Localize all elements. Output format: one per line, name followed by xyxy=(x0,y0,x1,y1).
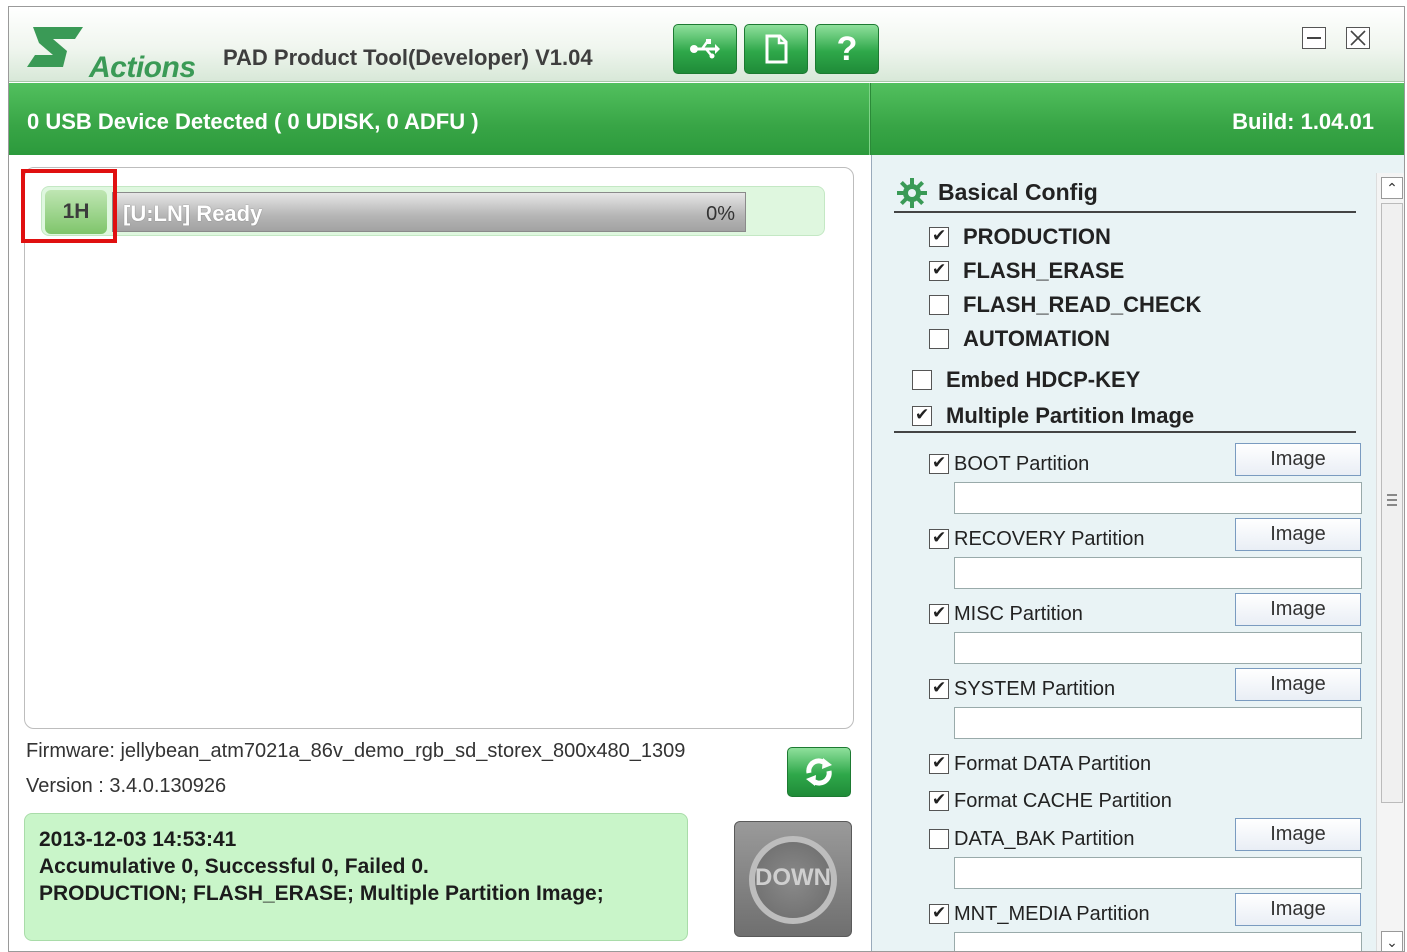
automation-checkbox[interactable] xyxy=(929,329,949,349)
minimize-button[interactable] xyxy=(1302,27,1326,49)
format-cache-checkbox[interactable] xyxy=(929,790,949,811)
help-button[interactable]: ? xyxy=(815,24,879,74)
system-image-button[interactable]: Image xyxy=(1235,668,1361,701)
data-bak-checkbox[interactable] xyxy=(929,829,949,849)
actions-logo: Actions xyxy=(23,21,213,84)
device-list-panel: 1H [U:LN] Ready 0% xyxy=(24,167,854,729)
data-bak-image-button[interactable]: Image xyxy=(1235,818,1361,851)
app-title: PAD Product Tool(Developer) V1.04 xyxy=(223,45,593,70)
gear-icon xyxy=(897,178,927,208)
device-progress-bar: [U:LN] Ready 0% xyxy=(112,192,746,232)
embed-hdcp-label: Embed HDCP-KEY xyxy=(946,367,1141,392)
misc-partition-label: MISC Partition xyxy=(954,603,1083,625)
highlight-annotation xyxy=(21,169,117,243)
usb-button[interactable] xyxy=(673,24,737,74)
device-detected-status: 0 USB Device Detected ( 0 UDISK, 0 ADFU … xyxy=(27,109,479,134)
close-button[interactable] xyxy=(1346,27,1370,49)
mnt-media-label: MNT_MEDIA Partition xyxy=(954,903,1150,925)
close-icon xyxy=(1350,30,1366,46)
multiple-partition-label: Multiple Partition Image xyxy=(946,403,1195,428)
refresh-button[interactable] xyxy=(787,747,851,797)
config-title: Basical Config xyxy=(938,179,1098,205)
log-line: PRODUCTION; FLASH_ERASE; Multiple Partit… xyxy=(39,882,604,905)
device-row[interactable]: 1H [U:LN] Ready 0% xyxy=(41,186,825,236)
scroll-down-icon[interactable]: ⌄ xyxy=(1381,931,1403,951)
download-button[interactable]: DOWN xyxy=(734,821,852,937)
file-button[interactable] xyxy=(744,24,808,74)
scroll-up-icon[interactable]: ⌃ xyxy=(1381,177,1403,199)
scroll-thumb[interactable] xyxy=(1381,203,1403,803)
title-bar: Actions PAD Product Tool(Developer) V1.0… xyxy=(9,7,1404,84)
flash-read-check-checkbox[interactable] xyxy=(929,295,949,315)
automation-label: AUTOMATION xyxy=(963,326,1111,351)
system-partition-label: SYSTEM Partition xyxy=(954,678,1116,700)
config-panel: Basical Config PRODUCTION FLASH_ERASE FL… xyxy=(871,155,1404,951)
partition-divider xyxy=(894,431,1356,433)
scroll-grip-icon xyxy=(1387,494,1397,506)
misc-partition-checkbox[interactable] xyxy=(929,603,949,624)
device-status-text: [U:LN] Ready xyxy=(123,201,263,226)
refresh-icon xyxy=(806,758,832,786)
recovery-partition-label: RECOVERY Partition xyxy=(954,528,1145,550)
build-version: Build: 1.04.01 xyxy=(1232,109,1374,134)
recovery-image-path[interactable] xyxy=(954,557,1362,589)
system-image-path[interactable] xyxy=(954,707,1362,739)
misc-image-button[interactable]: Image xyxy=(1235,593,1361,626)
production-label: PRODUCTION xyxy=(963,224,1111,249)
data-bak-image-path[interactable] xyxy=(954,857,1362,889)
boot-partition-label: BOOT Partition xyxy=(954,453,1090,475)
flash-read-check-label: FLASH_READ_CHECK xyxy=(963,292,1202,317)
document-icon xyxy=(765,34,788,64)
boot-image-button[interactable]: Image xyxy=(1235,443,1361,476)
system-partition-checkbox[interactable] xyxy=(929,678,949,699)
format-data-label: Format DATA Partition xyxy=(954,753,1152,775)
config-scrollbar[interactable]: ⌃ ⌄ xyxy=(1376,173,1404,951)
multiple-partition-checkbox[interactable] xyxy=(912,405,932,426)
recovery-partition-checkbox[interactable] xyxy=(929,528,949,549)
misc-image-path[interactable] xyxy=(954,632,1362,664)
log-line: Accumulative 0, Successful 0, Failed 0. xyxy=(39,855,429,878)
mnt-media-checkbox[interactable] xyxy=(929,903,949,924)
embed-hdcp-checkbox[interactable] xyxy=(912,370,932,390)
mnt-media-image-path[interactable] xyxy=(954,932,1362,951)
device-progress-percent: 0% xyxy=(706,203,735,225)
firmware-name: Firmware: jellybean_atm7021a_86v_demo_rg… xyxy=(26,740,686,762)
format-data-checkbox[interactable] xyxy=(929,753,949,774)
boot-image-path[interactable] xyxy=(954,482,1362,514)
log-box: 2013-12-03 14:53:41 Accumulative 0, Succ… xyxy=(24,813,688,941)
status-bar: 0 USB Device Detected ( 0 UDISK, 0 ADFU … xyxy=(9,83,1404,155)
download-button-label: DOWN xyxy=(755,864,831,891)
recovery-image-button[interactable]: Image xyxy=(1235,518,1361,551)
config-header: Basical Config xyxy=(894,175,1356,213)
format-cache-label: Format CACHE Partition xyxy=(954,790,1172,812)
usb-icon xyxy=(690,39,720,59)
data-bak-label: DATA_BAK Partition xyxy=(954,828,1135,850)
log-line: 2013-12-03 14:53:41 xyxy=(39,828,237,851)
status-divider xyxy=(869,83,871,155)
app-window: Actions PAD Product Tool(Developer) V1.0… xyxy=(8,6,1405,952)
flash-erase-label: FLASH_ERASE xyxy=(963,258,1125,283)
firmware-version: Version : 3.4.0.130926 xyxy=(26,775,227,797)
production-checkbox[interactable] xyxy=(929,226,949,247)
flash-erase-checkbox[interactable] xyxy=(929,260,949,281)
mnt-media-image-button[interactable]: Image xyxy=(1235,893,1361,926)
boot-partition-checkbox[interactable] xyxy=(929,453,949,474)
